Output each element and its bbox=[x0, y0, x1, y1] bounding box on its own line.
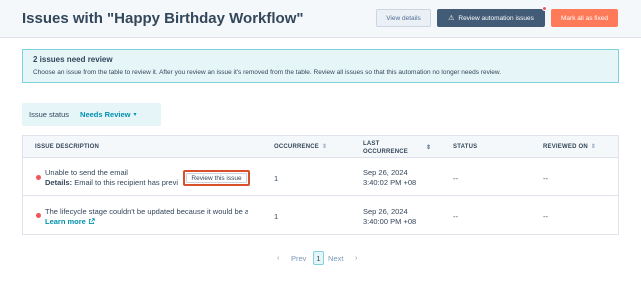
occurrence-count: 1 bbox=[274, 174, 279, 183]
page-header: Issues with "Happy Birthday Workflow" Vi… bbox=[0, 0, 641, 38]
sort-descending-icon: ⇕ bbox=[426, 145, 432, 151]
issue-title: Unable to send the email bbox=[45, 168, 128, 177]
alert-body: Choose an issue from the table to review… bbox=[33, 69, 502, 76]
col-issue-description: ISSUE DESCRIPTION bbox=[35, 144, 100, 150]
review-alert: 2 issues need review Choose an issue fro… bbox=[22, 49, 619, 83]
notification-dot bbox=[542, 6, 547, 11]
reviewed-on-value: -- bbox=[543, 174, 548, 183]
chevron-right-icon[interactable]: › bbox=[355, 253, 358, 262]
external-link-icon bbox=[88, 218, 95, 225]
view-details-button[interactable]: View details bbox=[376, 9, 431, 27]
col-occurrence[interactable]: OCCURRENCE ⇕ bbox=[274, 144, 327, 150]
last-occurrence-date: Sep 26, 2024 bbox=[363, 207, 408, 216]
last-occurrence-time: 3:40:00 PM +08 bbox=[363, 217, 417, 226]
table-header: ISSUE DESCRIPTION OCCURRENCE ⇕ LAST OCCU… bbox=[23, 136, 618, 158]
col-reviewed-on[interactable]: REVIEWED ON ⇕ bbox=[543, 144, 596, 150]
review-automation-label: Review automation issues bbox=[458, 14, 534, 22]
issue-details: Details: Email to this recipient has pre… bbox=[45, 178, 178, 187]
reviewed-on-value: -- bbox=[543, 212, 548, 221]
pagination: ‹ Prev 1 Next › bbox=[0, 251, 641, 265]
caret-down-icon: ▾ bbox=[133, 112, 137, 118]
last-occurrence-date: Sep 26, 2024 bbox=[363, 168, 408, 177]
issue-status-filter[interactable]: Issue status Needs Review ▾ bbox=[22, 103, 161, 126]
occurrence-count: 1 bbox=[274, 212, 279, 221]
mark-all-fixed-button[interactable]: Mark all as fixed bbox=[551, 9, 618, 27]
page-title: Issues with "Happy Birthday Workflow" bbox=[22, 10, 304, 27]
table-row[interactable]: Unable to send the email Details: Email … bbox=[23, 158, 618, 196]
last-occurrence-time: 3:40:02 PM +08 bbox=[363, 178, 417, 187]
filter-label: Issue status bbox=[29, 110, 70, 119]
current-page[interactable]: 1 bbox=[313, 251, 324, 265]
col-status: STATUS bbox=[453, 144, 478, 150]
error-status-dot bbox=[36, 213, 41, 218]
chevron-left-icon[interactable]: ‹ bbox=[277, 253, 280, 262]
alert-title: 2 issues need review bbox=[33, 55, 113, 64]
warning-icon: ⚠ bbox=[448, 15, 455, 22]
prev-page-button[interactable]: Prev bbox=[291, 254, 306, 263]
sort-icon: ⇕ bbox=[322, 144, 328, 150]
table-row[interactable]: The lifecycle stage couldn't be updated … bbox=[23, 197, 618, 235]
review-this-issue-button[interactable]: Review this issue bbox=[183, 170, 250, 186]
next-page-button[interactable]: Next bbox=[328, 254, 343, 263]
error-status-dot bbox=[36, 175, 41, 180]
learn-more-link[interactable]: Learn more bbox=[45, 217, 95, 226]
col-last-occurrence[interactable]: LAST OCCURRENCE ⇕ bbox=[363, 140, 431, 156]
sort-icon: ⇕ bbox=[590, 144, 597, 150]
review-automation-issues-button[interactable]: ⚠ Review automation issues bbox=[437, 9, 545, 27]
status-value: -- bbox=[453, 174, 458, 183]
issue-title: The lifecycle stage couldn't be updated … bbox=[45, 207, 248, 216]
filter-value[interactable]: Needs Review bbox=[80, 110, 130, 119]
status-value: -- bbox=[453, 212, 458, 221]
issues-table: ISSUE DESCRIPTION OCCURRENCE ⇕ LAST OCCU… bbox=[22, 135, 619, 235]
